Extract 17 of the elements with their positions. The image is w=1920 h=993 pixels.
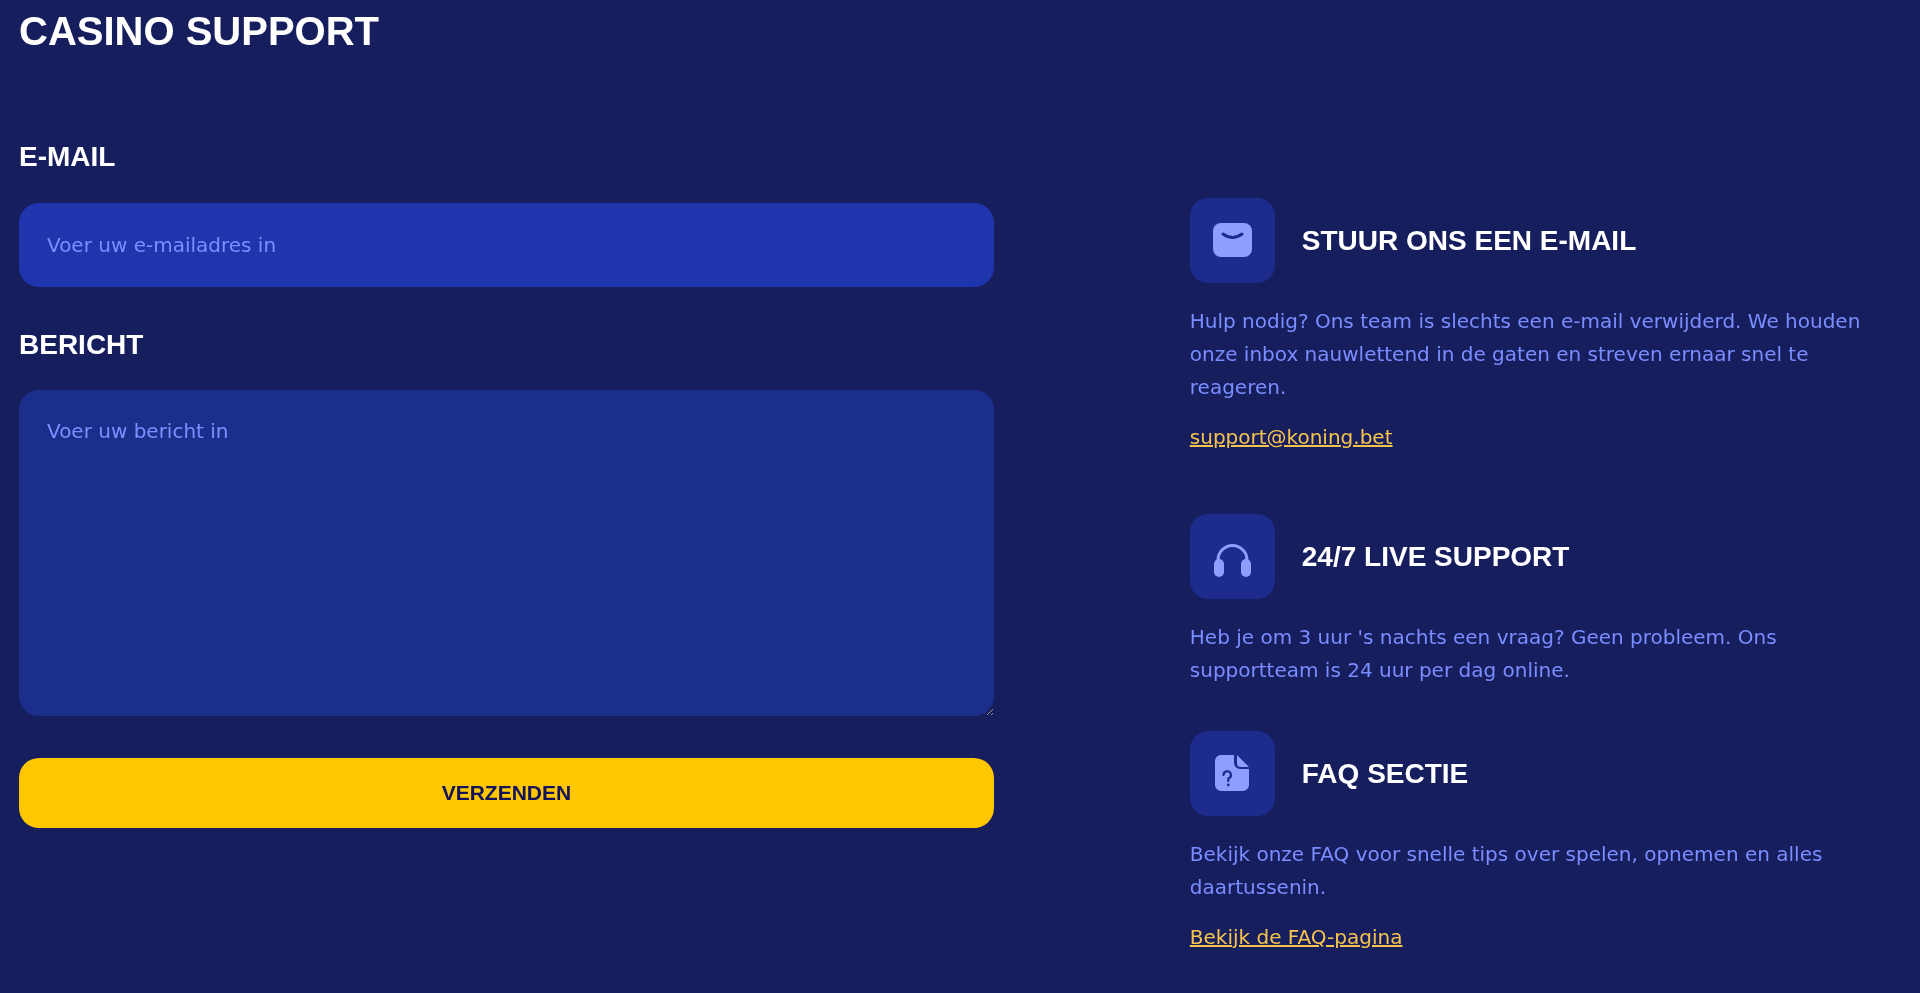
field-label: E-MAIL [19,140,116,174]
page-title: CASINO SUPPORT [19,8,380,55]
submit-button[interactable]: VERZENDEN [19,758,994,828]
email-input[interactable]: Voer uw e-mailadres in [19,203,994,287]
section-heading: FAQ SECTIE [1301,756,1469,791]
question-document-icon [1189,731,1275,816]
field-label: BERICHT [19,328,144,362]
envelope-icon [1189,198,1275,283]
email-link[interactable]: support@koning.bet [1189,421,1393,454]
section-heading: STUUR ONS EEN E-MAIL [1301,223,1637,258]
headphones-icon [1189,514,1275,599]
section-description: Heb je om 3 uur 's nachts een vraag? Geen probleem. Ons supportteam is 24 uur per dag online. [1189,624,1778,684]
section-description: Hulp nodig? Ons team is slechts een e-mail verwijderd. We houden onze inbox nauwlettend in de gaten en streven ernaar snel te reageren. [1189,308,1862,401]
section-heading: 24/7 LIVE SUPPORT [1301,539,1570,574]
faq-page-link[interactable]: Bekijk de FAQ-pagina [1189,921,1403,954]
message-textarea[interactable]: Voer uw bericht in [19,390,994,716]
section-description: Bekijk onze FAQ voor snelle tips over spelen, opnemen en alles daartussenin. [1189,841,1824,901]
